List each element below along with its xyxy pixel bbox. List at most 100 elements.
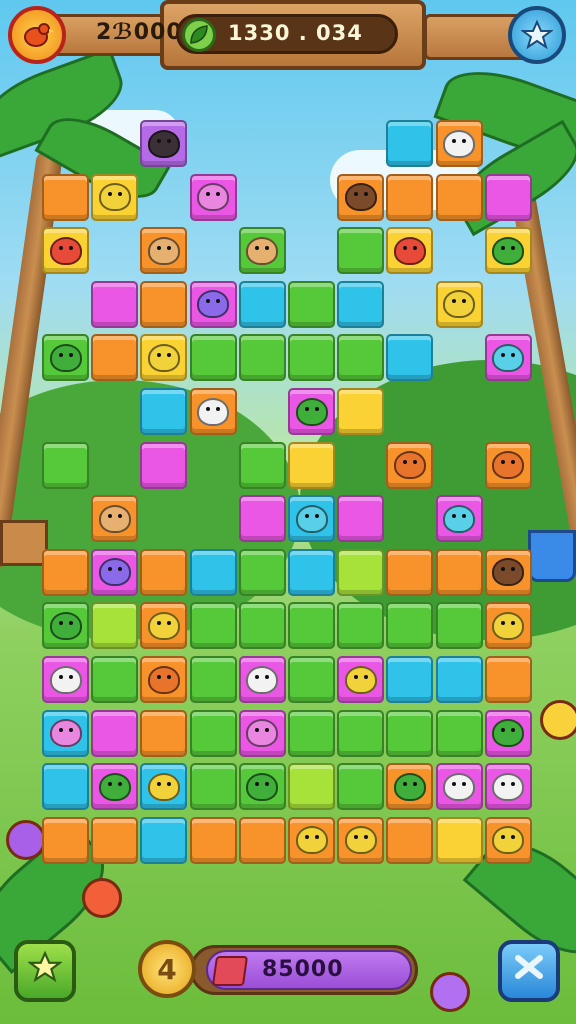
coin-button[interactable]: 4 xyxy=(138,940,196,998)
tile-cyan[interactable] xyxy=(140,763,188,811)
tile-yellow[interactable] xyxy=(386,227,434,275)
tile-magenta[interactable] xyxy=(484,173,532,221)
tile-green[interactable] xyxy=(42,334,89,382)
tile-yellow[interactable] xyxy=(288,441,335,489)
tile-orange[interactable] xyxy=(484,656,532,703)
tile-orange[interactable] xyxy=(386,173,434,221)
tile-magenta[interactable] xyxy=(91,709,139,757)
tile-magenta[interactable] xyxy=(189,280,237,328)
tile-cyan[interactable] xyxy=(386,656,434,703)
tile-yellow[interactable] xyxy=(435,280,483,328)
tile-orange[interactable] xyxy=(140,548,188,596)
tile-magenta[interactable] xyxy=(91,280,139,328)
tile-yellow[interactable] xyxy=(91,173,139,221)
tile-orange[interactable] xyxy=(91,495,139,543)
tile-orange[interactable] xyxy=(386,763,434,811)
tile-magenta[interactable] xyxy=(189,173,237,221)
tile-magenta[interactable] xyxy=(435,495,483,543)
tile-lime[interactable] xyxy=(288,763,335,811)
tile-green[interactable] xyxy=(337,763,385,811)
tile-green[interactable] xyxy=(238,602,286,650)
tile-green[interactable] xyxy=(189,709,237,757)
tile-orange[interactable] xyxy=(189,388,237,435)
tile-green[interactable] xyxy=(288,334,335,382)
tile-orange[interactable] xyxy=(337,173,385,221)
tile-yellow[interactable] xyxy=(484,227,532,275)
tile-orange[interactable] xyxy=(140,602,188,650)
tile-green[interactable] xyxy=(435,602,483,650)
tile-magenta[interactable] xyxy=(238,656,286,703)
tile-cyan[interactable] xyxy=(386,334,434,382)
tile-cyan[interactable] xyxy=(288,548,335,596)
tile-orange[interactable] xyxy=(484,602,532,650)
tile-cyan[interactable] xyxy=(42,709,89,757)
tile-green[interactable] xyxy=(386,709,434,757)
tile-cyan[interactable] xyxy=(140,816,188,864)
tile-magenta[interactable] xyxy=(91,763,139,811)
tile-orange[interactable] xyxy=(42,173,89,221)
tile-cyan[interactable] xyxy=(386,120,434,167)
tile-orange[interactable] xyxy=(484,441,532,489)
tile-green[interactable] xyxy=(288,709,335,757)
tile-orange[interactable] xyxy=(91,816,139,864)
tile-lime[interactable] xyxy=(337,548,385,596)
tile-green[interactable] xyxy=(337,602,385,650)
tile-cyan[interactable] xyxy=(288,495,335,543)
tile-orange[interactable] xyxy=(140,709,188,757)
tile-orange[interactable] xyxy=(386,441,434,489)
tile-magenta[interactable] xyxy=(337,656,385,703)
tile-green[interactable] xyxy=(337,709,385,757)
tile-magenta[interactable] xyxy=(238,495,286,543)
tile-orange[interactable] xyxy=(288,816,335,864)
tile-green[interactable] xyxy=(238,441,286,489)
tile-green[interactable] xyxy=(238,334,286,382)
tile-orange[interactable] xyxy=(140,656,188,703)
tile-green[interactable] xyxy=(288,656,335,703)
tile-yellow[interactable] xyxy=(140,334,188,382)
tile-green[interactable] xyxy=(337,334,385,382)
tile-green[interactable] xyxy=(42,602,89,650)
tile-magenta[interactable] xyxy=(288,388,335,435)
tile-green[interactable] xyxy=(435,709,483,757)
tile-orange[interactable] xyxy=(238,816,286,864)
tile-green[interactable] xyxy=(189,656,237,703)
tile-cyan[interactable] xyxy=(42,763,89,811)
tile-magenta[interactable] xyxy=(140,441,188,489)
tile-magenta[interactable] xyxy=(484,709,532,757)
tile-green[interactable] xyxy=(386,602,434,650)
tile-green[interactable] xyxy=(288,602,335,650)
tile-magenta[interactable] xyxy=(91,548,139,596)
tile-green[interactable] xyxy=(238,227,286,275)
tile-magenta[interactable] xyxy=(435,763,483,811)
tile-orange[interactable] xyxy=(42,816,89,864)
star-booster-button[interactable] xyxy=(14,940,76,1002)
tile-orange[interactable] xyxy=(386,816,434,864)
tile-magenta[interactable] xyxy=(42,656,89,703)
shuffle-button[interactable] xyxy=(498,940,560,1002)
tile-purple[interactable] xyxy=(140,120,188,167)
tile-orange[interactable] xyxy=(435,173,483,221)
tile-orange[interactable] xyxy=(91,334,139,382)
tile-green[interactable] xyxy=(189,763,237,811)
tile-green[interactable] xyxy=(189,334,237,382)
tile-orange[interactable] xyxy=(484,548,532,596)
tile-magenta[interactable] xyxy=(337,495,385,543)
tile-cyan[interactable] xyxy=(435,656,483,703)
tile-green[interactable] xyxy=(189,602,237,650)
tile-yellow[interactable] xyxy=(42,227,89,275)
tile-lime[interactable] xyxy=(91,602,139,650)
tile-yellow[interactable] xyxy=(337,388,385,435)
tile-orange[interactable] xyxy=(386,548,434,596)
tile-orange[interactable] xyxy=(435,548,483,596)
tile-cyan[interactable] xyxy=(189,548,237,596)
tile-green[interactable] xyxy=(337,227,385,275)
tile-yellow[interactable] xyxy=(435,816,483,864)
tile-orange[interactable] xyxy=(189,816,237,864)
tile-orange[interactable] xyxy=(337,816,385,864)
tile-green[interactable] xyxy=(288,280,335,328)
tile-cyan[interactable] xyxy=(238,280,286,328)
tile-cyan[interactable] xyxy=(337,280,385,328)
tile-magenta[interactable] xyxy=(484,763,532,811)
tile-orange[interactable] xyxy=(42,548,89,596)
chicken-icon[interactable] xyxy=(8,6,66,64)
